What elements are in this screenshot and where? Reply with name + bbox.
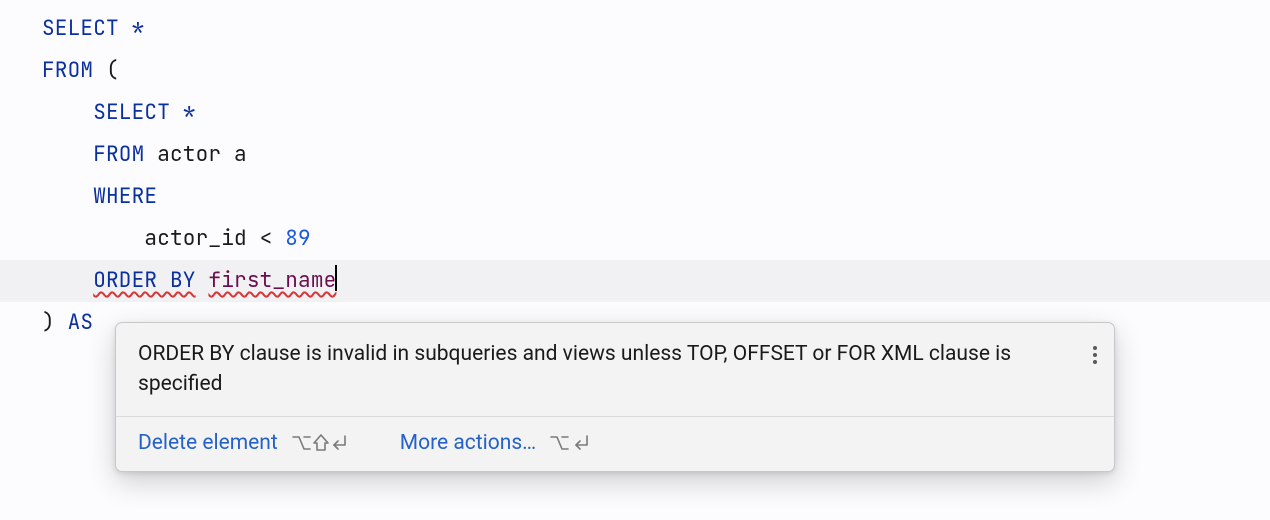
text-caret [335,265,337,291]
popup-header: ORDER BY clause is invalid in subqueries… [116,323,1114,417]
code-line[interactable]: FROM ( [0,50,1270,92]
more-actions-action[interactable]: More actions… [400,431,590,455]
more-vert-icon[interactable] [1090,339,1100,364]
keyword-as: AS [68,309,94,336]
star-token: * [170,99,196,126]
intention-action-popup: ORDER BY clause is invalid in subqueries… [115,322,1115,472]
keyword-where: WHERE [93,183,157,210]
indent [42,141,93,168]
keyword-order-by-error: ORDER BY [93,267,195,294]
indent [42,267,93,294]
paren-close: ) [42,309,68,336]
code-line[interactable]: FROM actor a [0,134,1270,176]
shortcut-hint [292,432,348,454]
space [196,267,209,294]
code-line-highlighted[interactable]: ORDER BY first_name [0,260,1270,302]
keyword-select: SELECT [93,99,170,126]
keyword-from: FROM [93,141,144,168]
code-line[interactable]: SELECT * [0,92,1270,134]
inspection-message: ORDER BY clause is invalid in subqueries… [138,339,1076,400]
column-identifier-error: first_name [208,267,336,294]
keyword-from: FROM [42,57,93,84]
indent [42,225,144,252]
number-literal: 89 [285,225,311,252]
code-line[interactable]: SELECT * [0,8,1270,50]
shortcut-glyphs-icon [550,432,590,454]
popup-actions-row: Delete element More action [116,417,1114,471]
indent [42,183,93,210]
star-token: * [119,15,145,42]
paren-open: ( [93,57,119,84]
shortcut-glyphs-icon [292,432,348,454]
action-label: Delete element [138,431,278,455]
code-line[interactable]: actor_id < 89 [0,218,1270,260]
indent [42,99,93,126]
table-identifier: actor a [144,141,246,168]
space [272,225,285,252]
action-label: More actions… [400,431,536,455]
keyword-select: SELECT [42,15,119,42]
code-line[interactable]: WHERE [0,176,1270,218]
column-identifier: actor_id [144,225,259,252]
operator-lt: < [260,225,273,252]
delete-element-action[interactable]: Delete element [138,431,348,455]
shortcut-hint [550,432,590,454]
